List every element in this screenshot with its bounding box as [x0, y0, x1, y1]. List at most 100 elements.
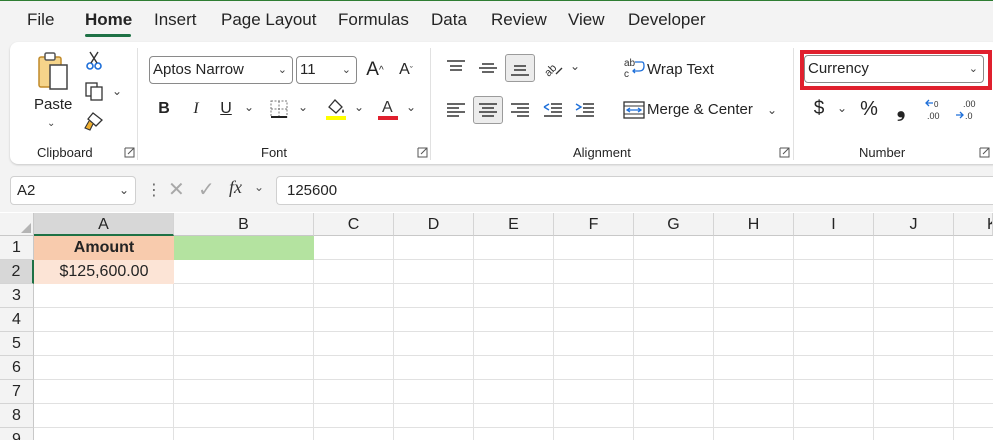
svg-text:c: c	[624, 69, 629, 79]
borders-icon[interactable]	[268, 98, 290, 120]
formula-input[interactable]: 125600	[276, 176, 993, 205]
select-all-button[interactable]	[0, 213, 34, 236]
insert-function-icon[interactable]: fx	[229, 177, 242, 198]
copy-chevron-down-icon[interactable]: ⌄	[112, 84, 122, 98]
font-size-combo[interactable]: 11 ⌄	[296, 56, 357, 84]
font-launcher-icon[interactable]	[417, 146, 428, 158]
font-name-chevron-down-icon: ⌄	[277, 64, 287, 76]
confirm-entry-icon[interactable]: ✓	[198, 177, 215, 202]
name-box-value: A2	[17, 182, 36, 199]
tab-insert[interactable]: Insert	[154, 10, 197, 30]
cell-grid[interactable]	[34, 236, 993, 440]
italic-button[interactable]: I	[185, 97, 207, 121]
font-color-icon[interactable]: A	[376, 96, 400, 122]
percent-style-button[interactable]: %	[857, 97, 881, 121]
clipboard-launcher-icon[interactable]	[124, 146, 135, 158]
column-header-i[interactable]: I	[794, 213, 874, 236]
tab-review[interactable]: Review	[491, 10, 547, 30]
row-header-7[interactable]: 7	[0, 380, 34, 404]
fill-color-chevron-down-icon[interactable]: ⌄	[354, 100, 364, 114]
wrap-text-icon[interactable]: ab c	[622, 56, 646, 80]
borders-chevron-down-icon[interactable]: ⌄	[298, 100, 308, 114]
formula-bar-grip-icon[interactable]: ⋮	[146, 180, 162, 200]
row-header-8[interactable]: 8	[0, 404, 34, 428]
column-header-b[interactable]: B	[174, 213, 314, 236]
tab-file[interactable]: File	[27, 10, 54, 30]
font-size-chevron-down-icon: ⌄	[341, 64, 351, 76]
group-label-alignment: Alignment	[573, 145, 631, 160]
accounting-format-button[interactable]: $	[809, 97, 829, 121]
tab-data[interactable]: Data	[431, 10, 467, 30]
tab-formulas[interactable]: Formulas	[338, 10, 409, 30]
top-align-icon[interactable]	[444, 56, 468, 80]
tab-page-layout[interactable]: Page Layout	[221, 10, 316, 30]
column-header-k[interactable]: K	[954, 213, 993, 236]
bold-button[interactable]: B	[153, 97, 175, 121]
orientation-chevron-down-icon[interactable]: ⌄	[570, 59, 580, 73]
align-right-icon[interactable]	[508, 98, 532, 122]
align-left-icon[interactable]	[444, 98, 468, 122]
cancel-entry-icon[interactable]: ✕	[168, 177, 185, 202]
increase-decimal-icon[interactable]: 0.00	[924, 97, 948, 123]
column-header-j[interactable]: J	[874, 213, 954, 236]
name-box-chevron-down-icon[interactable]: ⌄	[119, 177, 129, 204]
column-header-h[interactable]: H	[714, 213, 794, 236]
merge-center-chevron-down-icon[interactable]: ⌄	[767, 103, 777, 117]
row-header-6[interactable]: 6	[0, 356, 34, 380]
underline-chevron-down-icon[interactable]: ⌄	[244, 100, 254, 114]
cell-b1[interactable]	[174, 236, 314, 260]
formula-expand-chevron-down-icon[interactable]: ⌄	[254, 180, 264, 194]
fill-color-icon[interactable]	[324, 96, 348, 122]
tab-home[interactable]: Home	[85, 10, 132, 30]
grid-line-vertical	[313, 236, 314, 440]
cut-icon[interactable]	[84, 50, 104, 72]
orientation-icon[interactable]: ab	[541, 56, 565, 80]
column-header-c[interactable]: C	[314, 213, 394, 236]
grid-line-vertical	[953, 236, 954, 440]
row-header-4[interactable]: 4	[0, 308, 34, 332]
wrap-text-button[interactable]: Wrap Text	[647, 61, 714, 78]
grid-line-horizontal	[34, 403, 993, 404]
svg-text:.0: .0	[965, 111, 973, 121]
row-header-9[interactable]: 9	[0, 428, 34, 440]
tab-developer[interactable]: Developer	[628, 10, 706, 30]
row-header-1[interactable]: 1	[0, 236, 34, 260]
row-header-2[interactable]: 2	[0, 260, 34, 284]
number-format-highlight	[800, 50, 992, 90]
formula-input-value: 125600	[287, 182, 338, 199]
column-header-a[interactable]: A	[34, 213, 174, 236]
merge-center-icon[interactable]	[622, 98, 646, 122]
column-header-g[interactable]: G	[634, 213, 714, 236]
format-painter-icon[interactable]	[82, 110, 106, 132]
font-name-combo[interactable]: Aptos Narrow ⌄	[149, 56, 293, 84]
paste-icon[interactable]	[34, 50, 74, 94]
paste-chevron-down-icon[interactable]: ⌄	[47, 118, 55, 129]
name-box[interactable]: A2 ⌄	[10, 176, 136, 205]
underline-button[interactable]: U	[215, 97, 237, 121]
column-header-e[interactable]: E	[474, 213, 554, 236]
svg-text:0: 0	[934, 100, 939, 109]
grid-line-horizontal	[34, 379, 993, 380]
tab-view[interactable]: View	[568, 10, 605, 30]
number-launcher-icon[interactable]	[979, 146, 990, 158]
column-header-f[interactable]: F	[554, 213, 634, 236]
row-header-5[interactable]: 5	[0, 332, 34, 356]
alignment-launcher-icon[interactable]	[779, 146, 790, 158]
paste-label[interactable]: Paste	[34, 96, 72, 113]
accounting-chevron-down-icon[interactable]: ⌄	[837, 101, 847, 115]
font-size-value: 11	[300, 61, 316, 78]
comma-style-button[interactable]: ❟	[891, 96, 911, 121]
decrease-decimal-icon[interactable]: .00.0	[954, 97, 978, 123]
middle-align-icon[interactable]	[476, 56, 500, 80]
increase-font-size-icon[interactable]: A ^	[363, 58, 387, 82]
copy-icon[interactable]	[82, 80, 106, 102]
decrease-font-size-icon[interactable]: Aˇ	[394, 58, 418, 82]
cell-a1[interactable]: Amount	[34, 236, 174, 260]
decrease-indent-icon[interactable]	[541, 98, 565, 122]
increase-indent-icon[interactable]	[573, 98, 597, 122]
merge-center-button[interactable]: Merge & Center	[647, 101, 753, 118]
row-header-3[interactable]: 3	[0, 284, 34, 308]
font-color-chevron-down-icon[interactable]: ⌄	[406, 100, 416, 114]
cell-a2[interactable]: $125,600.00	[34, 260, 174, 284]
column-header-d[interactable]: D	[394, 213, 474, 236]
